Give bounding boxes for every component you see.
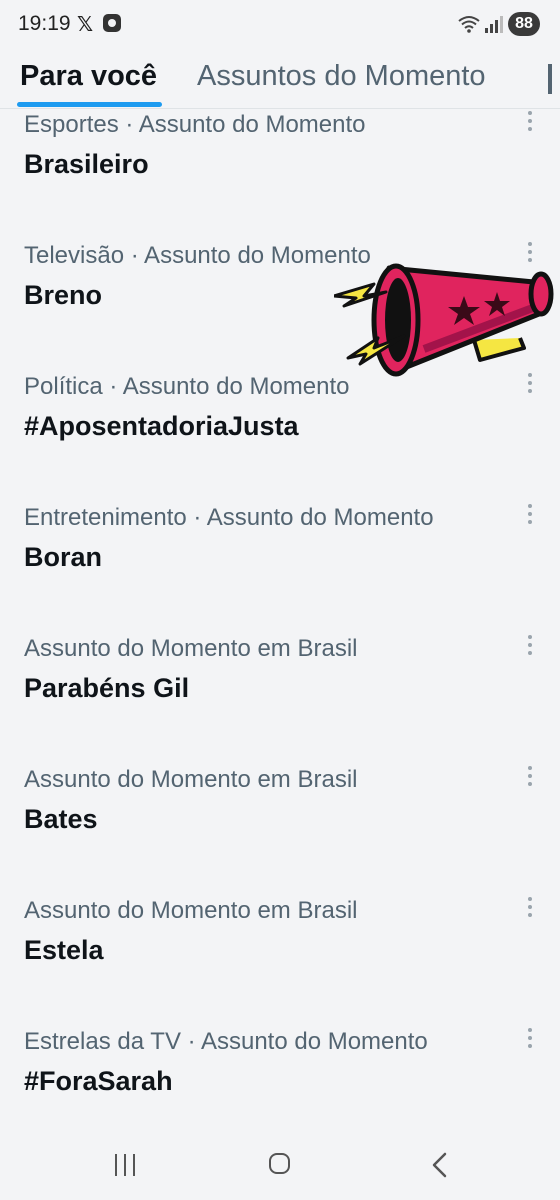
signal-icon [485,16,503,33]
notification-app-icon [103,14,121,32]
system-nav-bar [0,1128,560,1200]
trend-item[interactable]: Assunto do Momento em Brasil Bates [0,766,560,897]
trend-title: Bates [24,804,98,834]
home-icon[interactable] [269,1153,290,1174]
status-time: 19:19 [18,12,71,35]
battery-icon: 88 [508,12,540,36]
trend-item[interactable]: Assunto do Momento em Brasil Parabéns Gi… [0,635,560,766]
trend-category: Estrelas da TV · Assunto do Momento [24,1028,428,1055]
status-bar: 19:19 𝕏 88 [0,0,560,50]
trend-title: #ForaSarah [24,1066,173,1096]
more-options-icon[interactable] [522,504,538,528]
trend-item[interactable]: Assunto do Momento em Brasil Estela [0,897,560,1028]
tab-assuntos-do-momento[interactable]: Assuntos do Momento [197,60,486,93]
trend-title: #AposentadoriaJusta [24,411,299,441]
trend-category: Entretenimento · Assunto do Momento [24,504,434,531]
active-tab-indicator [17,102,162,107]
trend-category: Assunto do Momento em Brasil [24,897,358,924]
trend-item[interactable]: Entretenimento · Assunto do Momento Bora… [0,504,560,635]
trend-title: Boran [24,542,103,572]
next-tab-edge[interactable] [548,64,552,94]
tab-bar: Para você Assuntos do Momento [0,50,560,109]
more-options-icon[interactable] [522,111,538,135]
trend-title: Brasileiro [24,149,149,179]
trend-category: Assunto do Momento em Brasil [24,766,358,793]
trend-item[interactable]: Política · Assunto do Momento #Aposentad… [0,373,560,504]
megaphone-icon [334,263,554,377]
trend-category: Assunto do Momento em Brasil [24,635,358,662]
tab-para-voce[interactable]: Para você [20,60,157,93]
trend-title: Breno [24,280,103,310]
trend-item[interactable]: Esportes · Assunto do Momento Brasileiro [0,111,560,242]
trend-category: Esportes · Assunto do Momento [24,111,366,138]
more-options-icon[interactable] [522,766,538,790]
trend-title: Parabéns Gil [24,673,190,703]
back-icon[interactable] [430,1152,448,1178]
wifi-icon [458,16,480,33]
more-options-icon[interactable] [522,897,538,921]
more-options-icon[interactable] [522,1028,538,1052]
trend-title: Estela [24,935,104,965]
x-logo-icon: 𝕏 [77,14,94,36]
recents-icon[interactable] [113,1154,137,1176]
more-options-icon[interactable] [522,635,538,659]
